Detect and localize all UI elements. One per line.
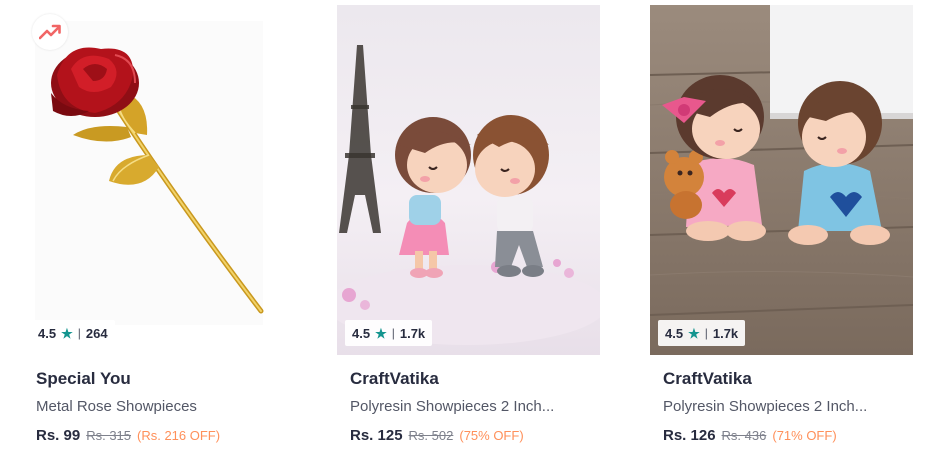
discount-label: (75% OFF) xyxy=(459,428,524,443)
price-row: Rs. 126 Rs. 436 (71% OFF) xyxy=(663,427,837,444)
product-brand[interactable]: CraftVatika xyxy=(350,369,439,389)
trending-up-icon xyxy=(39,24,61,40)
discount-label: (71% OFF) xyxy=(772,428,837,443)
product-card[interactable]: 4.5 ★ | 264 Special You Metal Rose Showp… xyxy=(23,5,286,451)
rating-count: 1.7k xyxy=(712,325,739,341)
rating-badge: 4.5 ★ | 264 xyxy=(31,320,115,346)
rating-badge: 4.5 ★ | 1.7k xyxy=(345,320,433,346)
product-image[interactable]: 4.5 ★ | 1.7k xyxy=(337,5,600,355)
rating-separator: | xyxy=(391,326,395,340)
product-brand[interactable]: Special You xyxy=(36,369,131,389)
product-image[interactable]: 4.5 ★ | 1.7k xyxy=(650,5,913,355)
rating-value: 4.5 xyxy=(352,325,371,341)
original-price: Rs. 315 xyxy=(86,428,132,443)
rating-count: 264 xyxy=(85,325,108,341)
star-icon: ★ xyxy=(375,325,387,341)
original-price: Rs. 436 xyxy=(721,428,767,443)
product-card[interactable]: 4.5 ★ | 1.7k CraftVatika Polyresin Showp… xyxy=(337,5,600,451)
price-row: Rs. 99 Rs. 315 (Rs. 216 OFF) xyxy=(36,427,220,444)
rose-image xyxy=(23,5,286,355)
original-price: Rs. 502 xyxy=(408,428,454,443)
rating-badge: 4.5 ★ | 1.7k xyxy=(658,320,746,346)
product-name[interactable]: Polyresin Showpieces 2 Inch... xyxy=(350,398,590,415)
rating-separator: | xyxy=(77,326,81,340)
trending-badge xyxy=(32,14,68,50)
product-name[interactable]: Metal Rose Showpieces xyxy=(36,398,276,415)
rating-separator: | xyxy=(704,326,708,340)
product-card[interactable]: 4.5 ★ | 1.7k CraftVatika Polyresin Showp… xyxy=(650,5,913,451)
selling-price: Rs. 125 xyxy=(350,427,403,444)
star-icon: ★ xyxy=(688,325,700,341)
discount-label: (Rs. 216 OFF) xyxy=(137,428,221,443)
star-icon: ★ xyxy=(61,325,73,341)
selling-price: Rs. 126 xyxy=(663,427,716,444)
product-name[interactable]: Polyresin Showpieces 2 Inch... xyxy=(663,398,903,415)
kissing-couple-figurine-image xyxy=(337,5,600,355)
rating-value: 4.5 xyxy=(38,325,57,341)
price-row: Rs. 125 Rs. 502 (75% OFF) xyxy=(350,427,524,444)
product-brand[interactable]: CraftVatika xyxy=(663,369,752,389)
product-image[interactable]: 4.5 ★ | 264 xyxy=(23,5,286,355)
rating-count: 1.7k xyxy=(399,325,426,341)
selling-price: Rs. 99 xyxy=(36,427,81,444)
rating-value: 4.5 xyxy=(665,325,684,341)
sitting-couple-figurine-image xyxy=(650,5,913,355)
